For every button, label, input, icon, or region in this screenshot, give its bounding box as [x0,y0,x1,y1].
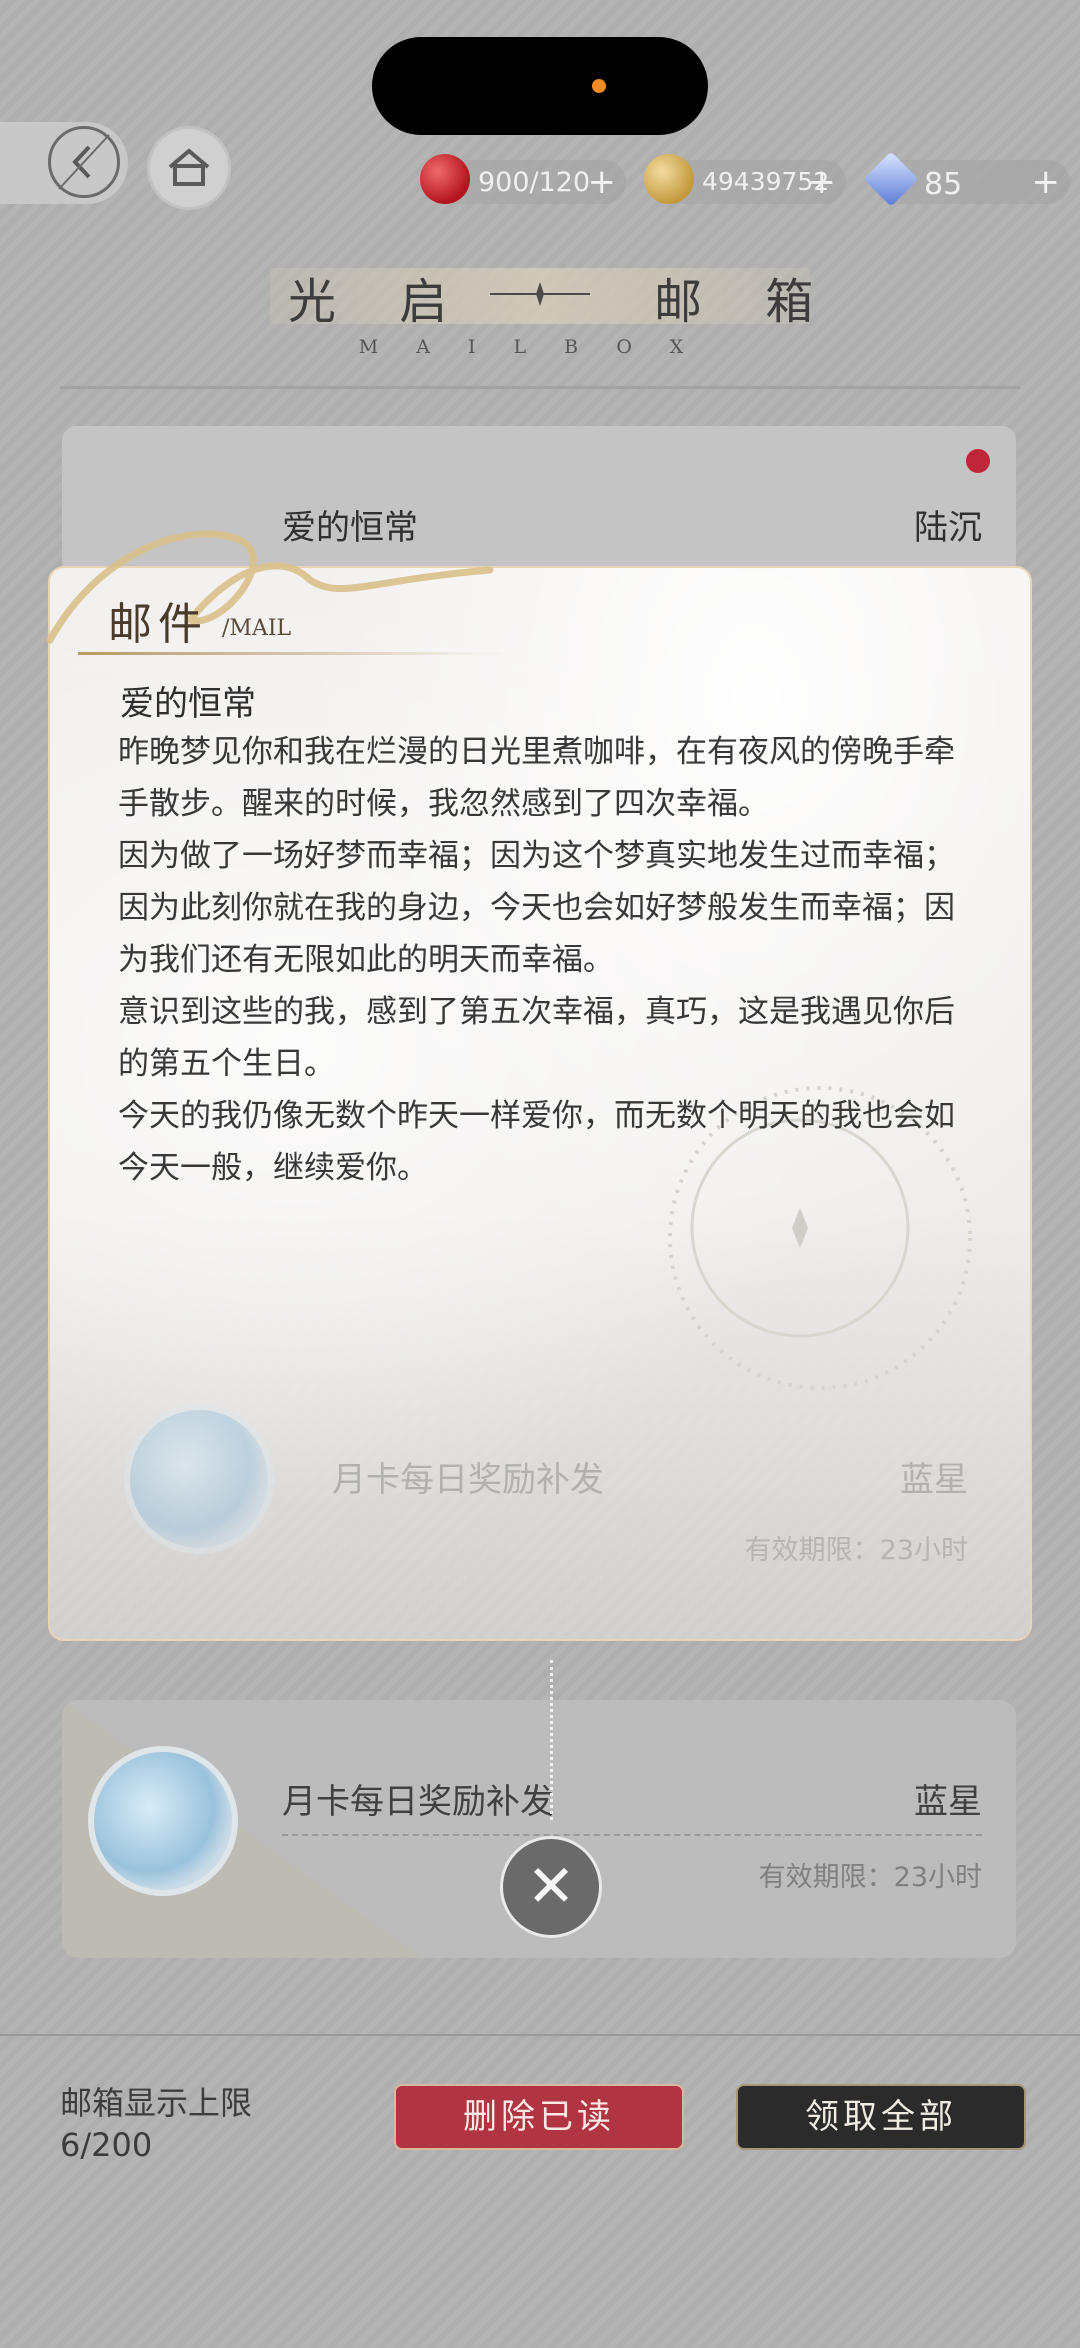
mail-label: 邮件 [108,599,208,650]
home-button[interactable] [147,126,231,210]
mail-row-2[interactable]: 月卡每日奖励补发 蓝星 有效期限：23小时 [64,1388,1020,1593]
add-diamond-icon[interactable]: + [1032,162,1061,202]
monthly-card-coin-icon [88,1746,238,1896]
monthly-card-coin-icon [124,1404,274,1554]
back-button[interactable] [0,122,128,204]
mail-row-3-expiry: 有效期限：23小时 [758,1862,982,1893]
add-gold-icon[interactable]: + [808,162,837,202]
mail-row-3-sender: 蓝星 [914,1782,982,1822]
gold-resource[interactable]: 49439752 + [644,154,846,204]
apple-stamina-icon [420,154,470,204]
mailbox-limit-value: 6/200 [60,2126,153,2164]
gold-coin-icon [644,154,694,204]
mail-subject: 爱的恒常 [120,684,256,724]
mailbox-limit-label: 邮箱显示上限 [60,2084,253,2122]
mail-paragraph: 意识到这些的我，感到了第五次幸福，真巧，这是我遇见你后的第五个生日。 [118,994,955,1082]
footer-divider [0,2034,1080,2036]
mail-label-rule [78,652,508,655]
delete-read-button[interactable]: 删除已读 [394,2084,684,2150]
stamina-value: 900/120 [478,167,591,198]
mail-row-1-sender: 陆沉 [914,508,982,548]
close-button[interactable]: ✕ [500,1836,602,1938]
title-divider [60,386,1020,389]
row-divider [282,1834,982,1836]
mail-row-2-expiry: 有效期限：23小时 [744,1535,968,1566]
diamond-value: 85 [924,167,963,202]
mail-paragraph: 昨晚梦见你和我在烂漫的日光里煮咖啡，在有夜风的傍晚手牵手散步。醒来的时候，我忽然… [118,734,955,822]
mail-paragraph: 因为做了一场好梦而幸福；因为这个梦真实地发生过而幸福；因为此刻你就在我的身边，今… [118,838,955,978]
recording-indicator [592,79,606,93]
mail-body: 昨晚梦见你和我在烂漫的日光里煮咖啡，在有夜风的傍晚手牵手散步。醒来的时候，我忽然… [118,726,968,1194]
claim-all-button[interactable]: 领取全部 [736,2084,1026,2150]
page-title-right: 邮 箱 [654,274,838,330]
camera-notch [372,37,708,135]
mail-row-2-sender: 蓝星 [900,1460,968,1500]
unread-dot [966,449,990,473]
mail-row-2-title: 月卡每日奖励补发 [332,1460,604,1500]
mail-paragraph: 今天的我仍像无数个昨天一样爱你，而无数个明天的我也会如今天一般，继续爱你。 [118,1098,955,1186]
diamond-resource[interactable]: 85 + [863,151,1070,207]
back-arrow-icon [48,126,120,198]
close-connector [550,1660,553,1820]
page-subtitle: MAILBOX [358,336,722,358]
blue-diamond-icon [863,151,919,207]
page-title-left: 光 启 [288,274,472,330]
mail-label-sub: /MAIL [222,616,292,641]
title-star-divider-icon [490,280,590,312]
home-icon [168,148,210,186]
mail-row-3-title: 月卡每日奖励补发 [282,1782,554,1822]
close-icon: ✕ [526,1852,576,1920]
stamina-resource[interactable]: 900/120 + [420,154,626,204]
add-stamina-icon[interactable]: + [588,162,617,202]
